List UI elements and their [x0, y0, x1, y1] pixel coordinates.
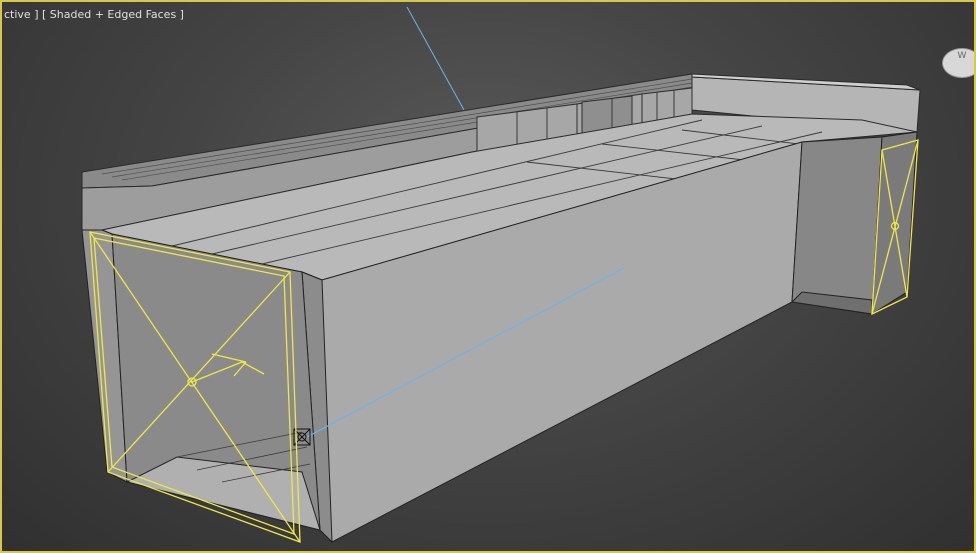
- right-end-face: [791, 136, 883, 315]
- viewport-shading-label[interactable]: [ Shaded + Edged Faces ]: [42, 8, 184, 21]
- viewport-label-menu[interactable]: ctive ] [ Shaded + Edged Faces ]: [4, 8, 184, 21]
- light-direction-line: [406, 6, 465, 111]
- scene-canvas[interactable]: [2, 2, 976, 553]
- perspective-viewport[interactable]: ctive ] [ Shaded + Edged Faces ] W: [0, 0, 976, 553]
- viewport-view-label[interactable]: ctive ]: [4, 8, 38, 21]
